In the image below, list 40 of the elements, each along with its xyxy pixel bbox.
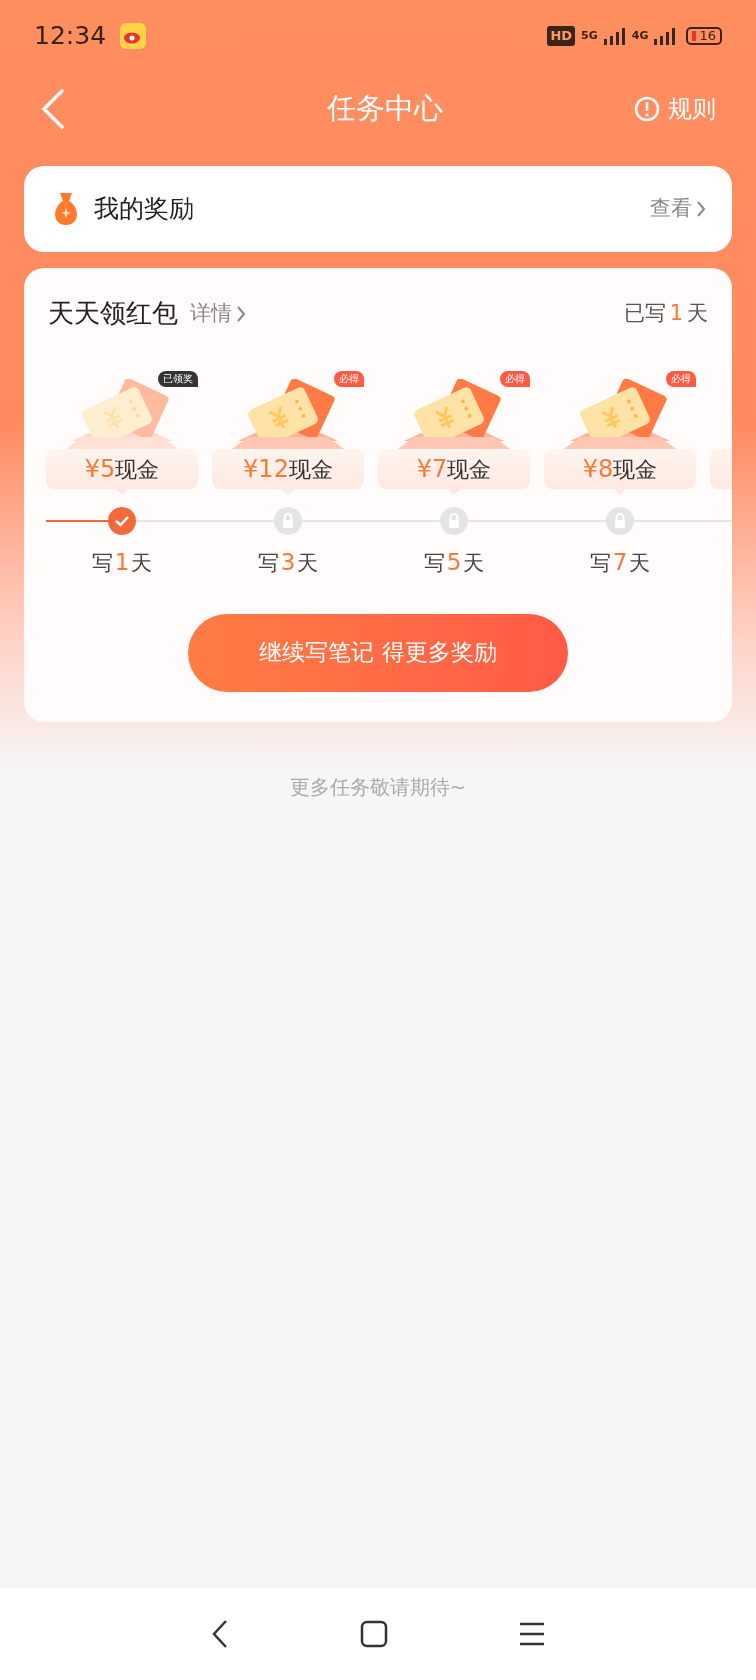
my-rewards-title: 我的奖励 <box>94 193 194 226</box>
view-link[interactable]: 查看 <box>650 193 706 225</box>
reward-amount: ¥12现金 <box>212 449 364 489</box>
network-label: 4G <box>631 27 649 44</box>
chevron-right-icon <box>696 200 706 218</box>
day-label: 写 1天 <box>91 548 153 577</box>
continue-writing-button[interactable]: 继续写笔记 得更多奖励 <box>188 613 568 692</box>
network-label: 5G <box>581 27 598 44</box>
reward-badge: 必得 <box>334 371 364 387</box>
battery-indicator: 16 <box>686 27 722 45</box>
reward-amount: ¥8现金 <box>544 449 696 489</box>
reward-amount: ¥5现金 <box>46 449 198 489</box>
callout-pointer <box>614 489 626 495</box>
page-title: 任务中心 <box>327 90 443 128</box>
reward-badge: 已领奖 <box>158 371 198 387</box>
reward-badge: 必得 <box>500 371 530 387</box>
hd-badge: HD <box>547 26 576 46</box>
reward-badge: 必得 <box>666 371 696 387</box>
reward-amount: ¥7现金 <box>378 449 530 489</box>
status-time: 12:34 <box>34 20 107 53</box>
signal-icon <box>603 27 626 45</box>
nav-home-icon[interactable] <box>360 1620 388 1648</box>
info-icon <box>634 96 660 122</box>
signal-icon <box>654 27 677 45</box>
nav-back-icon[interactable] <box>210 1619 230 1649</box>
details-link[interactable]: 详情 <box>190 297 246 330</box>
day-label: 写5天 <box>423 548 485 577</box>
nav-menu-icon[interactable] <box>518 1621 546 1647</box>
callout-pointer <box>116 489 128 495</box>
card-title: 天天领红包 <box>48 297 178 330</box>
chevron-right-icon <box>236 304 246 323</box>
rules-button[interactable]: 规则 <box>634 91 716 127</box>
app-notification-icon <box>120 23 147 49</box>
days-written: 已写 1 天 <box>623 299 708 327</box>
callout-pointer <box>448 489 460 495</box>
footer-note: 更多任务敬请期待~ <box>289 773 467 801</box>
my-rewards-card[interactable]: 我的奖励 查看 <box>24 166 732 252</box>
day-label: 写3天 <box>257 548 319 577</box>
day-label: 写7天 <box>589 548 651 577</box>
callout-pointer <box>282 489 294 495</box>
